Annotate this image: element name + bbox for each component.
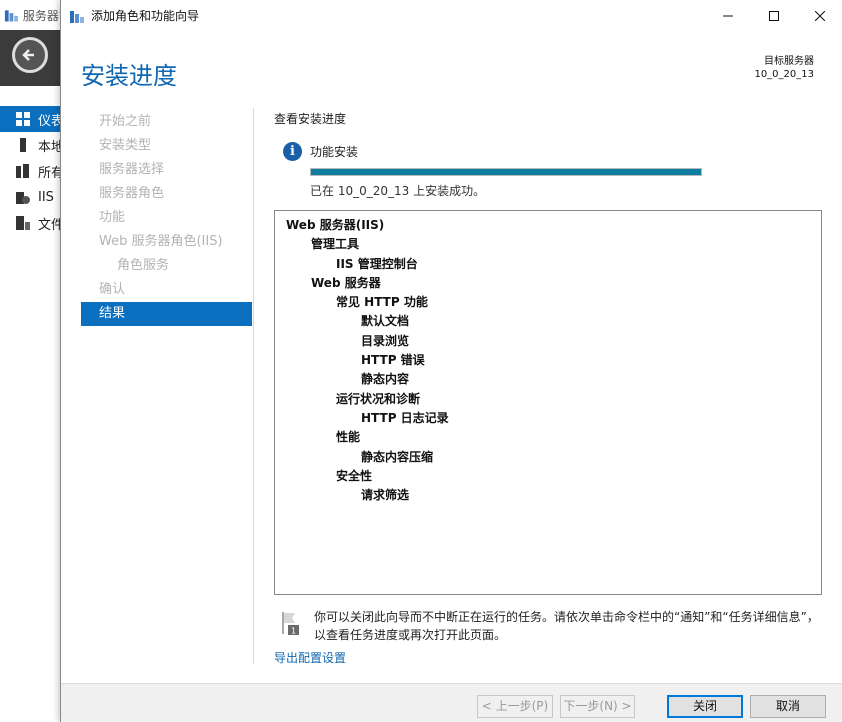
server-manager-nav: 仪表板本地服务器所有服务器 IIS 文件和存储服务 bbox=[0, 106, 60, 236]
info-icon: i bbox=[283, 142, 302, 161]
previous-button[interactable]: < 上一步(P) bbox=[477, 695, 553, 718]
feature-install-label: 功能安装 bbox=[310, 145, 359, 159]
bg-nav-item-4[interactable]: 文件和存储服务 bbox=[0, 210, 60, 236]
result-item: 运行状况和诊断 bbox=[336, 391, 421, 406]
result-item: 常见 HTTP 功能 bbox=[336, 295, 428, 310]
wizard-step-4: 功能 bbox=[99, 210, 126, 225]
wizard-titlebar[interactable]: 添加角色和功能向导 bbox=[61, 0, 842, 31]
page-title: 安装进度 bbox=[81, 62, 177, 90]
target-server-info: 目标服务器 10_0_20_13 bbox=[754, 55, 814, 81]
result-item: IIS 管理控制台 bbox=[336, 256, 418, 271]
bg-nav-item-2[interactable]: 所有服务器 bbox=[0, 158, 60, 184]
server-manager-title: 服务器管理器 bbox=[22, 8, 60, 23]
minimize-button[interactable] bbox=[705, 0, 751, 31]
add-roles-features-wizard: 添加角色和功能向导 安装进度 目标服务器 10_0_20_13 开始之前安装类型… bbox=[60, 0, 842, 722]
wizard-step-7: 确认 bbox=[99, 282, 126, 297]
wizard-step-2: 服务器选择 bbox=[99, 162, 165, 177]
target-server-label: 目标服务器 bbox=[764, 56, 814, 67]
result-item: 目录浏览 bbox=[361, 333, 410, 348]
nav-divider bbox=[253, 108, 254, 664]
wizard-footer: < 上一步(P) 下一步(N) > 关闭 取消 bbox=[61, 683, 842, 722]
progress-fill bbox=[311, 169, 701, 175]
wizard-app-icon bbox=[70, 10, 84, 23]
result-item: 安全性 bbox=[336, 468, 373, 483]
close-button[interactable]: 关闭 bbox=[667, 695, 743, 718]
result-item: HTTP 日志记录 bbox=[361, 410, 449, 425]
wizard-step-0: 开始之前 bbox=[99, 114, 152, 129]
bg-nav-item-label: 文件和存储服务 bbox=[38, 217, 60, 233]
file-storage-icon bbox=[16, 216, 30, 230]
result-item: HTTP 错误 bbox=[361, 353, 425, 368]
wizard-steps-nav: 开始之前安装类型服务器选择服务器角色功能 Web 服务器角色(IIS) 角色服务确认… bbox=[81, 110, 252, 326]
wizard-step-3: 服务器角色 bbox=[99, 186, 165, 201]
bg-nav-item-label: IIS bbox=[38, 189, 54, 205]
local-server-icon bbox=[16, 138, 30, 152]
minimize-icon bbox=[723, 15, 733, 16]
server-manager-titlebar: 服务器管理器 bbox=[0, 0, 60, 30]
all-servers-icon bbox=[16, 164, 30, 178]
result-item: Web 服务器 bbox=[311, 275, 381, 290]
wizard-step-1: 安装类型 bbox=[99, 138, 152, 153]
install-results-list[interactable]: Web 服务器(IIS) 管理工具 IIS 管理控制台 Web 服务器常见 HTTP … bbox=[274, 210, 822, 595]
result-item: 管理工具 bbox=[311, 237, 360, 252]
export-config-link[interactable]: 导出配置设置 bbox=[274, 649, 346, 666]
bg-nav-item-1[interactable]: 本地服务器 bbox=[0, 132, 60, 158]
next-button[interactable]: 下一步(N) > bbox=[560, 695, 635, 718]
close-window-button[interactable] bbox=[797, 0, 842, 31]
wizard-step-8[interactable]: 结果 bbox=[81, 302, 252, 326]
bg-nav-item-label: 所有服务器 bbox=[38, 165, 60, 181]
wizard-title: 添加角色和功能向导 bbox=[91, 9, 200, 23]
svg-text:1: 1 bbox=[291, 627, 296, 636]
bg-nav-item-3[interactable]: IIS bbox=[0, 184, 60, 210]
window-controls bbox=[705, 0, 842, 31]
cancel-button[interactable]: 取消 bbox=[750, 695, 826, 718]
result-item: 性能 bbox=[336, 430, 361, 445]
wizard-step-6: 角色服务 bbox=[117, 258, 170, 273]
bg-nav-item-0[interactable]: 仪表板 bbox=[0, 106, 60, 132]
back-arrow-icon[interactable] bbox=[12, 37, 48, 73]
task-flag-icon: 1 bbox=[282, 612, 299, 636]
bg-nav-item-label: 仪表板 bbox=[38, 113, 60, 129]
result-item: Web 服务器(IIS) bbox=[286, 218, 385, 232]
bg-nav-item-label: 本地服务器 bbox=[38, 139, 60, 155]
notice-text: 你可以关闭此向导而不中断正在运行的任务。请依次单击命令栏中的“通知”和“任务详细… bbox=[314, 610, 819, 642]
install-progress-bar bbox=[310, 168, 702, 176]
target-server-name: 10_0_20_13 bbox=[754, 69, 814, 80]
result-item: 静态内容压缩 bbox=[361, 449, 434, 464]
result-item: 请求筛选 bbox=[361, 488, 410, 503]
maximize-icon bbox=[769, 10, 779, 21]
install-status-text: 已在 10_0_20_13 上安装成功。 bbox=[310, 184, 486, 198]
iis-icon bbox=[16, 190, 30, 204]
dashboard-icon bbox=[16, 112, 30, 126]
wizard-step-5: Web 服务器角色(IIS) bbox=[99, 234, 223, 249]
maximize-button[interactable] bbox=[751, 0, 797, 31]
result-item: 静态内容 bbox=[361, 372, 410, 387]
server-manager-app-icon bbox=[4, 10, 18, 22]
section-title: 查看安装进度 bbox=[274, 112, 347, 126]
close-icon bbox=[815, 10, 825, 21]
result-item: 默认文档 bbox=[361, 314, 410, 329]
